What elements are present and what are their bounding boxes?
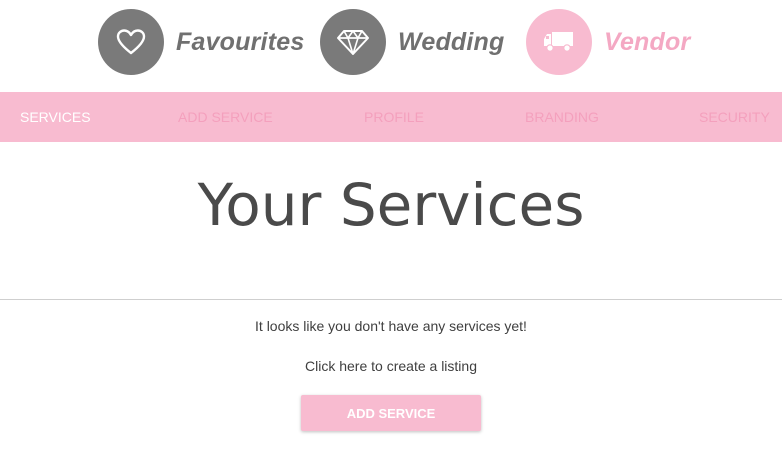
divider bbox=[0, 299, 782, 300]
add-service-button[interactable]: ADD SERVICE bbox=[301, 395, 481, 431]
nav-tab-services[interactable]: SERVICES bbox=[20, 92, 91, 142]
vendor-label: Vendor bbox=[604, 27, 691, 56]
wedding-label: Wedding bbox=[398, 27, 505, 56]
nav-tab-add-service[interactable]: ADD SERVICE bbox=[178, 92, 273, 142]
nav-tab-security[interactable]: SECURITY bbox=[699, 92, 770, 142]
wedding-circle bbox=[320, 9, 386, 75]
nav-tab-branding[interactable]: BRANDING bbox=[525, 92, 599, 142]
page-title: Your Services bbox=[197, 171, 585, 239]
vendor-circle bbox=[526, 9, 592, 75]
role-wedding[interactable]: Wedding bbox=[320, 9, 504, 75]
role-switcher: Favourites Wedding Vendor bbox=[0, 0, 782, 92]
role-favourites[interactable]: Favourites bbox=[98, 9, 304, 75]
heart-icon bbox=[116, 29, 146, 55]
create-listing-prompt: Click here to create a listing bbox=[305, 358, 477, 374]
vendor-nav-bar: SERVICES ADD SERVICE PROFILE BRANDING SE… bbox=[0, 92, 782, 142]
favourites-label: Favourites bbox=[176, 27, 305, 56]
favourites-circle bbox=[98, 9, 164, 75]
diamond-icon bbox=[337, 30, 369, 55]
empty-state-message: It looks like you don't have any service… bbox=[255, 318, 527, 334]
role-vendor[interactable]: Vendor bbox=[526, 9, 690, 75]
nav-tab-profile[interactable]: PROFILE bbox=[364, 92, 424, 142]
truck-icon bbox=[544, 32, 573, 52]
